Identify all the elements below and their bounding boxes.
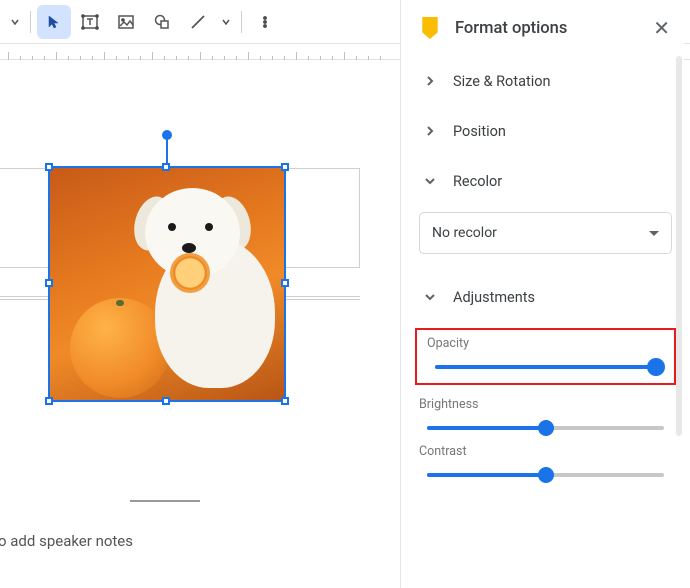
chevron-right-icon xyxy=(419,125,441,137)
resize-handle-tl[interactable] xyxy=(45,163,53,171)
opacity-slider[interactable] xyxy=(435,365,656,369)
overflow-menu[interactable] xyxy=(248,5,282,39)
format-options-panel: Format options ✕ Size & Rotation Positio… xyxy=(400,0,684,588)
resize-handle-tm[interactable] xyxy=(162,163,170,171)
toolbar-more-dropdown[interactable] xyxy=(6,5,24,39)
resize-handle-tr[interactable] xyxy=(281,163,289,171)
image-content xyxy=(50,168,284,400)
textbox-tool[interactable] xyxy=(73,5,107,39)
rotation-stem xyxy=(166,138,168,164)
contrast-label: Contrast xyxy=(419,444,672,459)
section-position[interactable]: Position xyxy=(419,106,672,156)
chevron-down-icon xyxy=(419,291,441,303)
resize-handle-bl[interactable] xyxy=(45,397,53,405)
resize-handle-ml[interactable] xyxy=(45,279,53,287)
image-tool[interactable] xyxy=(109,5,143,39)
brightness-slider-thumb[interactable] xyxy=(538,420,554,436)
slide-canvas[interactable]: o add speaker notes xyxy=(0,60,400,588)
caret-down-icon xyxy=(649,231,659,236)
notes-divider[interactable] xyxy=(130,500,200,502)
line-tool[interactable] xyxy=(181,5,215,39)
opacity-label: Opacity xyxy=(427,336,664,351)
section-label: Position xyxy=(453,123,506,140)
resize-handle-br[interactable] xyxy=(281,397,289,405)
resize-handle-mr[interactable] xyxy=(281,279,289,287)
selected-image[interactable] xyxy=(48,166,286,402)
brightness-label: Brightness xyxy=(419,397,672,412)
toolbar-separator xyxy=(241,11,242,33)
line-tool-dropdown[interactable] xyxy=(217,5,235,39)
brightness-slider-group: Brightness xyxy=(419,397,672,430)
section-label: Recolor xyxy=(453,173,502,190)
recolor-value: No recolor xyxy=(432,225,497,241)
opacity-slider-thumb[interactable] xyxy=(647,358,665,376)
toolbar-separator xyxy=(30,11,31,33)
contrast-slider-group: Contrast xyxy=(419,444,672,477)
section-label: Size & Rotation xyxy=(453,73,551,90)
chevron-down-icon xyxy=(419,175,441,187)
panel-title: Format options xyxy=(455,19,651,38)
contrast-slider-thumb[interactable] xyxy=(538,467,554,483)
panel-header: Format options ✕ xyxy=(419,0,672,56)
select-tool[interactable] xyxy=(37,5,71,39)
section-adjustments[interactable]: Adjustments xyxy=(419,272,672,322)
resize-handle-bm[interactable] xyxy=(162,397,170,405)
format-options-icon xyxy=(419,17,441,39)
recolor-dropdown[interactable]: No recolor xyxy=(419,212,672,254)
close-panel-button[interactable]: ✕ xyxy=(651,12,672,44)
brightness-slider[interactable] xyxy=(427,426,664,430)
shape-tool[interactable] xyxy=(145,5,179,39)
chevron-right-icon xyxy=(419,75,441,87)
section-label: Adjustments xyxy=(453,289,535,306)
section-recolor[interactable]: Recolor xyxy=(419,156,672,206)
rotation-handle[interactable] xyxy=(162,130,172,140)
speaker-notes-placeholder[interactable]: o add speaker notes xyxy=(0,532,133,550)
opacity-slider-group: Opacity xyxy=(415,328,676,385)
contrast-slider[interactable] xyxy=(427,473,664,477)
section-size-rotation[interactable]: Size & Rotation xyxy=(419,56,672,106)
